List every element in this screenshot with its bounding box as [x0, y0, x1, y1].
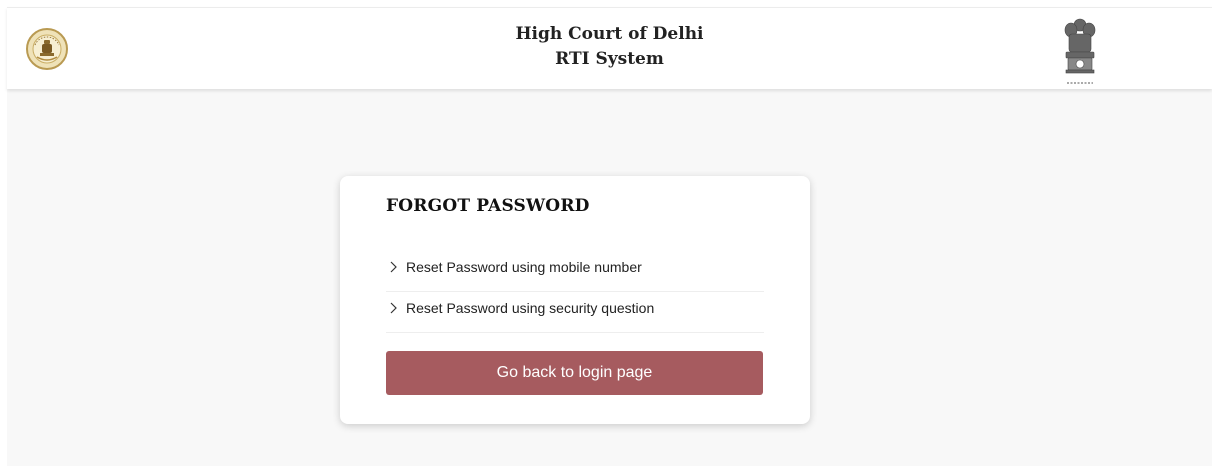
header-title: High Court of Delhi RTI System: [7, 22, 1212, 72]
national-emblem-icon: [1060, 14, 1100, 88]
site-header: High Court of Delhi RTI System: [7, 7, 1212, 89]
back-to-login-button[interactable]: Go back to login page: [386, 351, 763, 395]
chevron-right-icon: [386, 259, 402, 275]
reset-via-security-question-option[interactable]: Reset Password using security question: [386, 284, 764, 333]
reset-via-security-question-label: Reset Password using security question: [406, 300, 655, 316]
card-title: FORGOT PASSWORD: [386, 196, 590, 216]
chevron-right-icon: [386, 300, 402, 316]
header-title-line-1: High Court of Delhi: [515, 24, 704, 44]
page: High Court of Delhi RTI System FORGOT PA…: [0, 0, 1212, 466]
reset-via-mobile-label: Reset Password using mobile number: [406, 259, 642, 275]
forgot-password-card: FORGOT PASSWORD Reset Password using mob…: [340, 176, 810, 424]
header-title-line-2: RTI System: [555, 49, 664, 69]
